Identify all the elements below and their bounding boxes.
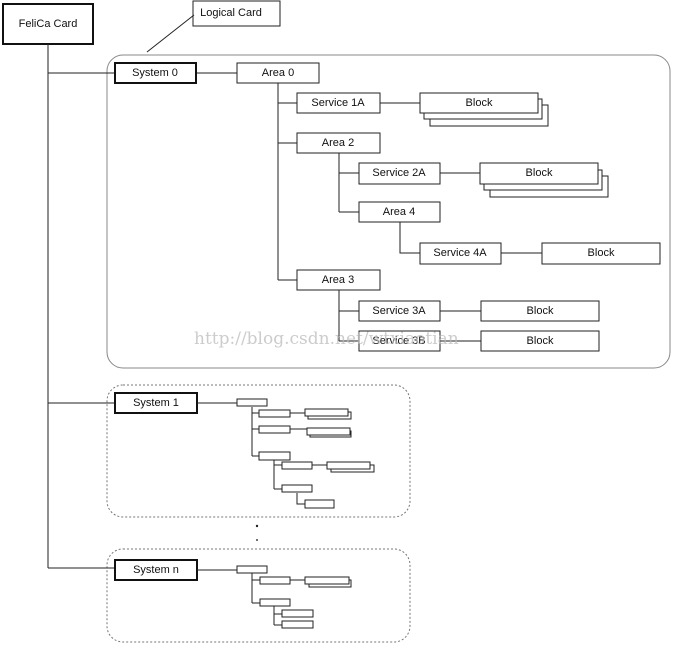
svg-text:Block: Block — [466, 97, 493, 109]
area2-node: Area 2 — [296, 132, 381, 154]
svg-text:FeliCa Card: FeliCa Card — [19, 18, 78, 30]
svg-text:Area 4: Area 4 — [383, 206, 415, 218]
systemn-node: System n — [114, 559, 198, 581]
service2a-node: Service 2A — [358, 162, 441, 185]
systemn-subtree — [197, 565, 352, 629]
block-stack-2a: Block — [479, 162, 609, 198]
logical-card-callout: Logical Card — [146, 0, 281, 53]
svg-text:Area 0: Area 0 — [262, 67, 294, 79]
block-3a: Block — [480, 300, 600, 322]
svg-text:System 0: System 0 — [132, 67, 178, 79]
svg-text:Service 4A: Service 4A — [433, 247, 487, 259]
service3a-node: Service 3A — [358, 300, 441, 322]
block-4a: Block — [541, 242, 661, 265]
area3-node: Area 3 — [296, 269, 381, 291]
root-connectors — [47, 44, 115, 569]
felica-card-node: FeliCa Card — [2, 3, 94, 45]
watermark: http://blog.csdn.net/wtxiaotian — [194, 329, 459, 349]
felica-structure-diagram: FeliCa Card Logical Card System 0 Area 0… — [2, 0, 671, 643]
area4-node: Area 4 — [358, 201, 441, 223]
svg-text:Block: Block — [527, 335, 554, 347]
svg-text:Block: Block — [588, 247, 615, 259]
block-3b: Block — [480, 330, 600, 352]
system1-node: System 1 — [114, 392, 198, 414]
svg-text:Block: Block — [527, 305, 554, 317]
svg-text:System 1: System 1 — [133, 397, 179, 409]
system0-node: System 0 — [114, 62, 197, 84]
system1-subtree — [197, 398, 375, 509]
svg-text:Service 1A: Service 1A — [311, 97, 365, 109]
svg-text:Service 3A: Service 3A — [372, 305, 426, 317]
svg-text:Service 2A: Service 2A — [372, 167, 426, 179]
service1a-node: Service 1A — [296, 92, 381, 114]
service4a-node: Service 4A — [419, 242, 502, 265]
block-stack-1a: Block — [419, 92, 549, 127]
svg-text:Logical Card: Logical Card — [200, 7, 262, 19]
svg-text:Area 2: Area 2 — [322, 137, 354, 149]
ellipsis-dot — [256, 539, 258, 541]
svg-text:Block: Block — [526, 167, 553, 179]
area0-node: Area 0 — [236, 62, 320, 84]
svg-text:System n: System n — [133, 564, 179, 576]
svg-text:Area 3: Area 3 — [322, 274, 354, 286]
ellipsis-dot — [255, 524, 259, 528]
